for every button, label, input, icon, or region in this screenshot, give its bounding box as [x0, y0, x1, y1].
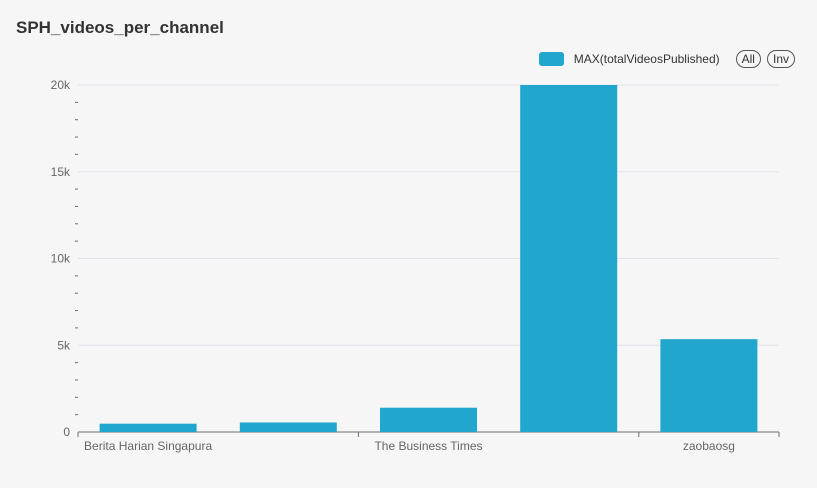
x-tick-label: The Business Times [374, 439, 482, 453]
chart-panel: SPH_videos_per_channel MAX(totalVideosPu… [0, 0, 817, 488]
x-tick-label: Berita Harian Singapura [84, 439, 212, 453]
bar[interactable] [380, 407, 477, 432]
bar[interactable] [239, 422, 337, 432]
bar[interactable] [99, 423, 197, 432]
bar[interactable] [520, 85, 618, 432]
y-tick-label: 5k [57, 338, 71, 352]
y-tick-label: 20k [51, 78, 71, 92]
y-tick-label: 10k [51, 252, 71, 266]
bar-chart: 0 5k 10k 15k 20k Berita Harian Singapura The B… [51, 78, 780, 453]
y-tick-label: 15k [51, 165, 71, 179]
x-tick-label: zaobaosg [683, 439, 735, 453]
bar[interactable] [660, 339, 758, 432]
y-tick-label: 0 [63, 425, 70, 439]
